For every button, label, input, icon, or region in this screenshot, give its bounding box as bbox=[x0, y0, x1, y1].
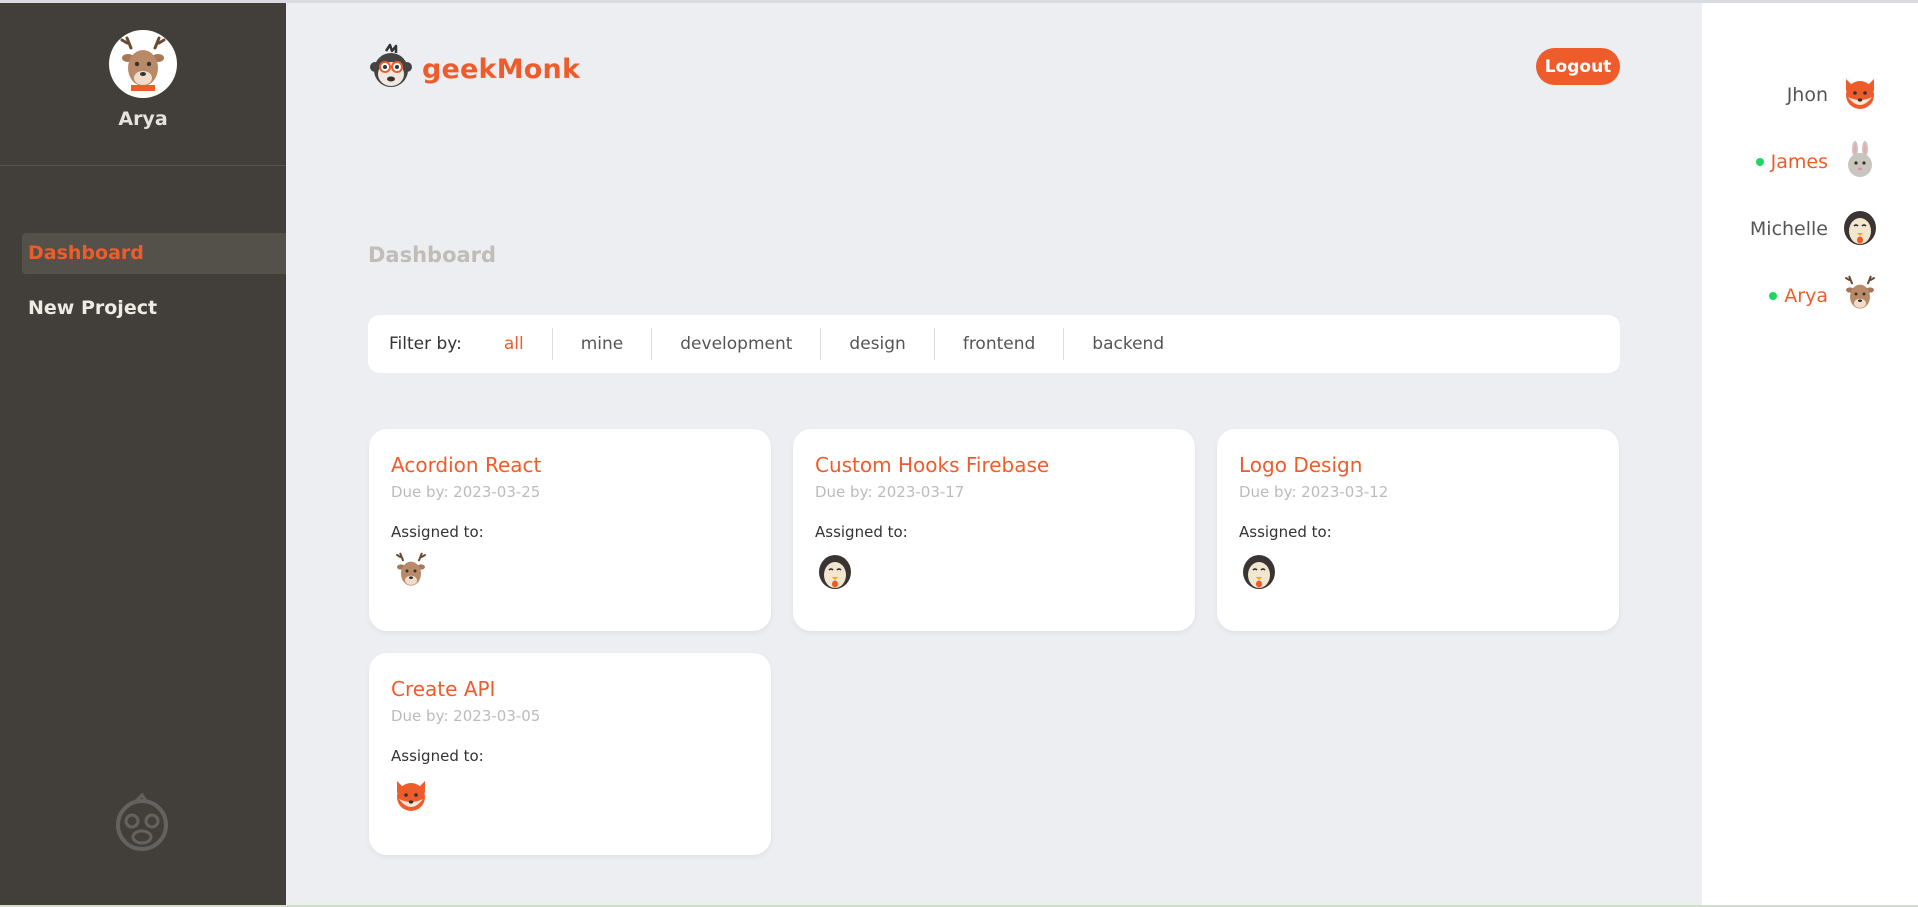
sidebar-item-new-project[interactable]: New Project bbox=[22, 288, 286, 329]
online-user-arya[interactable]: Arya bbox=[1769, 274, 1880, 318]
fox-avatar bbox=[1840, 73, 1880, 117]
project-due-date: Due by: 2023-03-25 bbox=[391, 483, 541, 501]
monkey-logo-icon bbox=[368, 43, 414, 95]
sidebar-nav: Dashboard New Project bbox=[22, 233, 286, 343]
user-name: James bbox=[1770, 151, 1828, 173]
user-name: Michelle bbox=[1749, 218, 1828, 240]
logout-button[interactable]: Logout bbox=[1536, 48, 1620, 85]
online-users-panel: Jhon James Michelle Arya bbox=[1702, 3, 1918, 905]
sidebar-user: Arya bbox=[0, 3, 286, 166]
monkey-logo-icon bbox=[110, 791, 174, 859]
project-card[interactable]: Custom Hooks Firebase Due by: 2023-03-17… bbox=[793, 429, 1195, 631]
assigned-label: Assigned to: bbox=[1239, 523, 1332, 541]
assigned-label: Assigned to: bbox=[815, 523, 908, 541]
fox-avatar bbox=[391, 775, 431, 815]
penguin-avatar bbox=[1239, 551, 1279, 591]
online-indicator bbox=[1769, 292, 1778, 300]
assigned-label: Assigned to: bbox=[391, 747, 484, 765]
filter-option-backend[interactable]: backend bbox=[1064, 328, 1192, 360]
assigned-label: Assigned to: bbox=[391, 523, 484, 541]
filter-option-frontend[interactable]: frontend bbox=[935, 328, 1065, 360]
online-user-james[interactable]: James bbox=[1755, 140, 1880, 184]
project-title[interactable]: Logo Design bbox=[1239, 453, 1597, 477]
user-name: Arya bbox=[1784, 285, 1828, 307]
project-title[interactable]: Create API bbox=[391, 677, 749, 701]
filter-option-mine[interactable]: mine bbox=[553, 328, 653, 360]
project-title[interactable]: Custom Hooks Firebase bbox=[815, 453, 1173, 477]
sidebar: Arya Dashboard New Project bbox=[0, 3, 286, 905]
project-card[interactable]: Logo Design Due by: 2023-03-12 Assigned … bbox=[1217, 429, 1619, 631]
brand-name: geekMonk bbox=[422, 53, 581, 85]
user-name: Jhon bbox=[1786, 84, 1828, 106]
project-title[interactable]: Acordion React bbox=[391, 453, 749, 477]
project-due-date: Due by: 2023-03-17 bbox=[815, 483, 965, 501]
filter-option-design[interactable]: design bbox=[821, 328, 935, 360]
filter-option-all[interactable]: all bbox=[476, 328, 553, 360]
project-card[interactable]: Create API Due by: 2023-03-05 Assigned t… bbox=[369, 653, 771, 855]
project-card[interactable]: Acordion React Due by: 2023-03-25 Assign… bbox=[369, 429, 771, 631]
main-content: geekMonk Logout Dashboard Filter by: all… bbox=[286, 3, 1702, 905]
sidebar-username: Arya bbox=[118, 108, 168, 130]
filter-bar: Filter by: all mine development design f… bbox=[368, 315, 1620, 373]
penguin-avatar bbox=[1840, 207, 1880, 251]
sidebar-item-dashboard[interactable]: Dashboard bbox=[22, 233, 286, 274]
penguin-avatar bbox=[815, 551, 855, 591]
online-user-michelle[interactable]: Michelle bbox=[1750, 207, 1880, 251]
online-indicator bbox=[1755, 158, 1764, 166]
brand[interactable]: geekMonk bbox=[368, 43, 580, 95]
project-due-date: Due by: 2023-03-12 bbox=[1239, 483, 1389, 501]
page-title: Dashboard bbox=[368, 243, 497, 267]
project-due-date: Due by: 2023-03-05 bbox=[391, 707, 541, 725]
online-user-jhon[interactable]: Jhon bbox=[1787, 73, 1880, 117]
deer-avatar bbox=[1840, 274, 1880, 318]
rabbit-avatar bbox=[1840, 140, 1880, 184]
filter-option-development[interactable]: development bbox=[652, 328, 822, 360]
deer-avatar bbox=[109, 30, 177, 98]
deer-avatar bbox=[391, 551, 431, 591]
filter-label: Filter by: bbox=[389, 334, 462, 354]
